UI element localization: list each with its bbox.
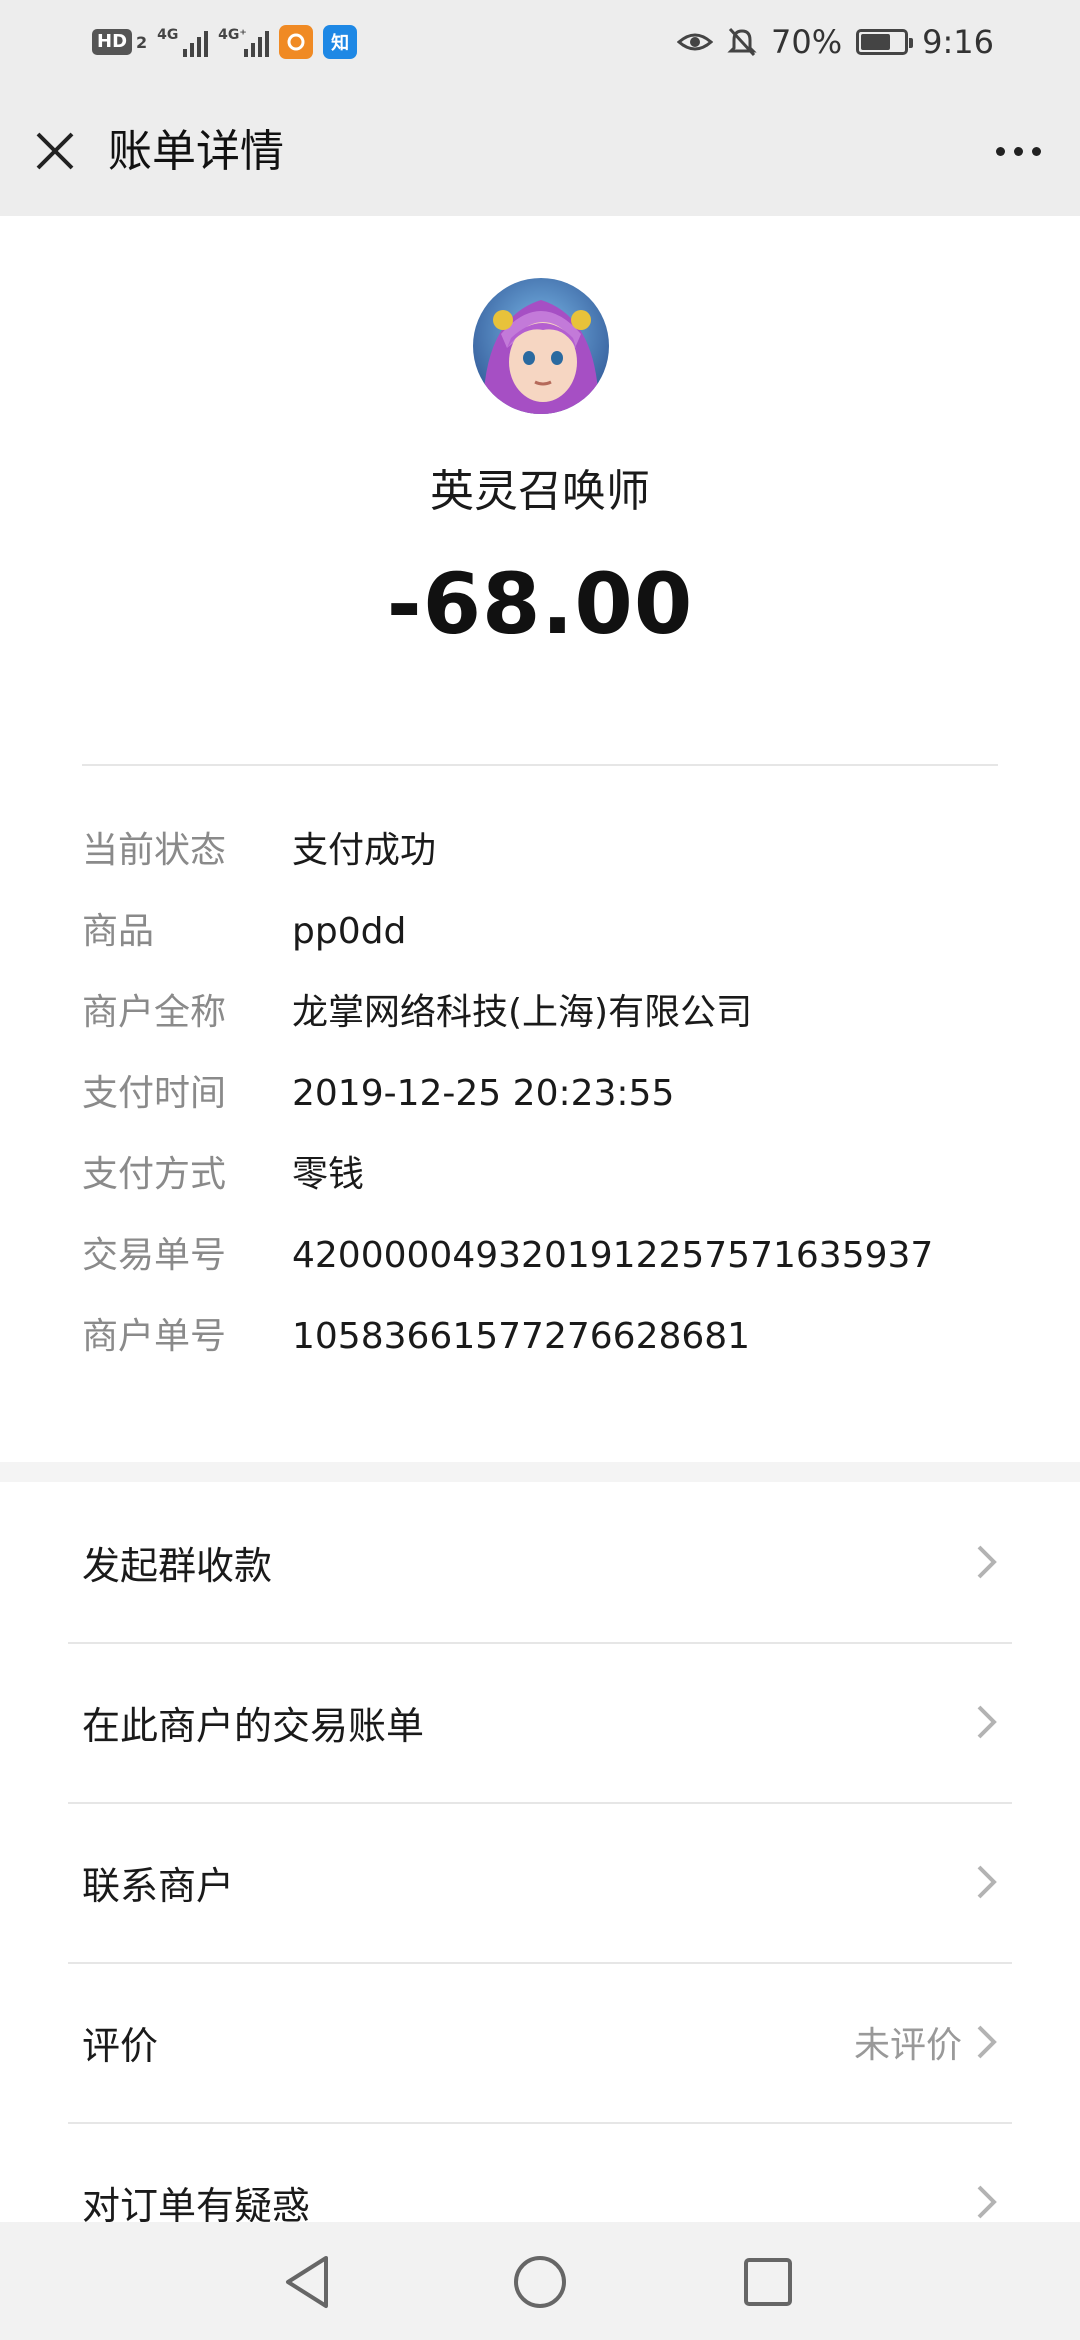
nav-bar: 账单详情 [0, 86, 1080, 216]
detail-row-product: 商品 pp0dd [82, 907, 998, 988]
status-left-icons: HD 2 4G 4G⁺ 知 [92, 22, 358, 62]
detail-row-merchant-order-id: 商户单号 10583661577276628681 [82, 1312, 998, 1393]
detail-row-method: 支付方式 零钱 [82, 1150, 998, 1231]
detail-label: 商品 [82, 911, 155, 952]
page-title: 账单详情 [108, 126, 284, 177]
close-button[interactable] [30, 126, 80, 176]
review-status: 未评价 [853, 2025, 962, 2066]
hd-icon: HD [92, 29, 133, 55]
signal-icon: 4G⁺ [218, 27, 270, 57]
detail-label: 商户全称 [82, 992, 227, 1033]
detail-label: 当前状态 [82, 830, 227, 871]
more-icon [995, 146, 1005, 156]
chevron-right-icon [977, 1865, 997, 1899]
system-nav-bar [0, 2222, 1080, 2340]
bill-details: 当前状态 支付成功 商品 pp0dd 商户全称 龙掌网络科技(上海)有限公司 支… [82, 826, 998, 1393]
battery-percent: 70% [771, 23, 843, 61]
action-review[interactable]: 评价 未评价 [0, 1962, 1080, 2122]
action-label: 在此商户的交易账单 [82, 1703, 425, 1748]
signal-icon: 4G [157, 27, 209, 57]
back-triangle-icon [286, 2256, 328, 2308]
detail-value: 零钱 [292, 1154, 365, 1195]
signal-type-label: 4G [157, 27, 179, 43]
uc-browser-icon [279, 25, 314, 59]
section-separator [0, 1462, 1080, 1482]
eye-icon [677, 33, 714, 51]
chevron-right-icon [977, 2025, 997, 2059]
detail-value: 10583661577276628681 [292, 1316, 751, 1357]
merchant-avatar [473, 278, 609, 414]
action-contact-merchant[interactable]: 联系商户 [0, 1802, 1080, 1962]
action-label: 评价 [82, 2023, 159, 2068]
detail-label: 商户单号 [82, 1316, 227, 1357]
status-bar: HD 2 4G 4G⁺ 知 70% 9:16 [0, 0, 1080, 86]
action-label: 发起群收款 [82, 1543, 273, 1588]
recents-square-icon [744, 2258, 792, 2306]
detail-value: 4200000493201912257571635937 [292, 1235, 934, 1276]
chevron-right-icon [977, 1545, 997, 1579]
signal-type-label: 4G⁺ [218, 27, 247, 43]
detail-label: 支付方式 [82, 1154, 227, 1195]
detail-value: pp0dd [292, 911, 407, 952]
close-icon [36, 132, 74, 170]
battery-level [861, 34, 890, 50]
more-button[interactable] [986, 126, 1050, 176]
detail-label: 交易单号 [82, 1235, 227, 1276]
chevron-right-icon [977, 2185, 997, 2219]
detail-value: 支付成功 [292, 830, 437, 871]
detail-value: 2019-12-25 20:23:55 [292, 1073, 675, 1114]
action-list: 发起群收款 在此商户的交易账单 联系商户 评价 未评价 对订单有疑惑 [0, 1482, 1080, 2282]
home-button[interactable] [502, 2244, 578, 2320]
zhihu-icon: 知 [323, 25, 358, 59]
detail-row-merchant: 商户全称 龙掌网络科技(上海)有限公司 [82, 988, 998, 1069]
home-circle-icon [514, 2256, 566, 2308]
detail-row-transaction-id: 交易单号 4200000493201912257571635937 [82, 1231, 998, 1312]
detail-label: 支付时间 [82, 1073, 227, 1114]
recents-button[interactable] [730, 2244, 806, 2320]
divider [82, 764, 998, 766]
detail-row-time: 支付时间 2019-12-25 20:23:55 [82, 1069, 998, 1150]
action-merchant-bills[interactable]: 在此商户的交易账单 [0, 1642, 1080, 1802]
detail-row-status: 当前状态 支付成功 [82, 826, 998, 907]
action-group-collect[interactable]: 发起群收款 [0, 1482, 1080, 1642]
hd-sub-label: 2 [136, 32, 148, 52]
detail-value: 龙掌网络科技(上海)有限公司 [292, 992, 753, 1033]
status-right-icons: 70% 9:16 [677, 22, 994, 62]
action-label: 联系商户 [82, 1863, 235, 1908]
zhihu-label: 知 [331, 33, 350, 54]
battery-icon [856, 29, 914, 55]
payment-amount: -68.00 [386, 555, 694, 653]
clock: 9:16 [922, 23, 994, 61]
bell-muted-icon [727, 27, 757, 57]
back-button[interactable] [270, 2244, 346, 2320]
merchant-name: 英灵召唤师 [430, 466, 650, 517]
chevron-right-icon [977, 1705, 997, 1739]
